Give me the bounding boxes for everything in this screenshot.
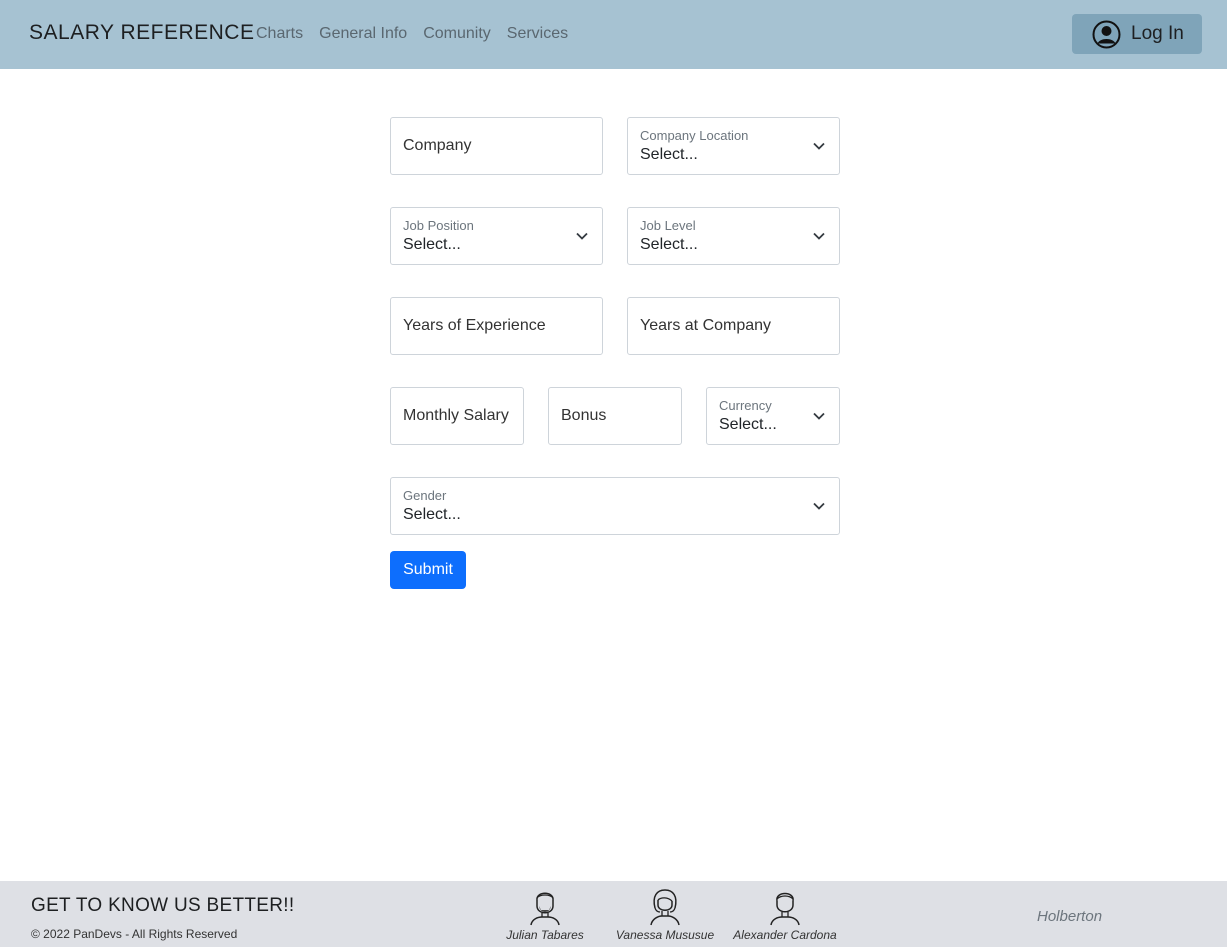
- dev-julian[interactable]: Julian Tabares: [490, 886, 600, 942]
- bearded-man-avatar-icon: [530, 892, 560, 926]
- chevron-down-icon: [813, 232, 825, 240]
- bonus-input[interactable]: Bonus: [548, 387, 682, 445]
- footer: GET TO KNOW US BETTER!! © 2022 PanDevs -…: [0, 881, 1227, 947]
- chevron-down-icon: [813, 502, 825, 510]
- job-position-select[interactable]: Job Position Select...: [390, 207, 603, 265]
- job-level-value: Select...: [640, 236, 698, 253]
- brand-title[interactable]: SALARY REFERENCE: [29, 21, 254, 45]
- user-circle-icon: [1092, 20, 1121, 48]
- job-level-label: Job Level: [640, 218, 696, 233]
- login-label: Log In: [1131, 23, 1184, 44]
- chevron-down-icon: [813, 142, 825, 150]
- nav-link-comunity[interactable]: Comunity: [423, 25, 491, 43]
- company-placeholder: Company: [403, 137, 472, 154]
- company-input[interactable]: Company: [390, 117, 603, 175]
- bonus-placeholder: Bonus: [561, 407, 607, 424]
- monthly-salary-input[interactable]: Monthly Salary: [390, 387, 524, 445]
- job-position-label: Job Position: [403, 218, 474, 233]
- currency-value: Select...: [719, 416, 777, 433]
- chevron-down-icon: [576, 232, 588, 240]
- job-level-select[interactable]: Job Level Select...: [627, 207, 840, 265]
- submit-button[interactable]: Submit: [390, 551, 466, 589]
- monthly-salary-placeholder: Monthly Salary: [403, 407, 509, 424]
- nav-links: Charts General Info Comunity Services: [256, 25, 568, 43]
- company-location-value: Select...: [640, 146, 698, 163]
- nav-link-general-info[interactable]: General Info: [319, 25, 407, 43]
- login-button[interactable]: Log In: [1072, 14, 1202, 54]
- holberton-label[interactable]: Holberton: [1037, 908, 1102, 925]
- gender-select[interactable]: Gender Select...: [390, 477, 840, 535]
- footer-title: GET TO KNOW US BETTER!!: [31, 895, 295, 916]
- years-company-input[interactable]: Years at Company: [627, 297, 840, 355]
- dev-alexander[interactable]: Alexander Cardona: [730, 886, 840, 942]
- nav-link-charts[interactable]: Charts: [256, 25, 303, 43]
- gender-label: Gender: [403, 488, 447, 503]
- dev-name: Vanessa Mususue: [615, 928, 715, 942]
- nav-link-services[interactable]: Services: [507, 25, 568, 43]
- years-company-placeholder: Years at Company: [640, 317, 772, 334]
- dev-vanessa[interactable]: Vanessa Mususue: [610, 886, 720, 942]
- footer-copyright: © 2022 PanDevs - All Rights Reserved: [31, 927, 238, 941]
- job-position-value: Select...: [403, 236, 461, 253]
- currency-label: Currency: [719, 398, 772, 413]
- dev-name: Alexander Cardona: [733, 928, 837, 942]
- company-location-select[interactable]: Company Location Select...: [627, 117, 840, 175]
- navbar: SALARY REFERENCE Charts General Info Com…: [0, 0, 1227, 69]
- woman-avatar-icon: [650, 889, 680, 926]
- company-location-label: Company Location: [640, 128, 749, 143]
- years-experience-input[interactable]: Years of Experience: [390, 297, 603, 355]
- dev-name: Julian Tabares: [506, 928, 584, 942]
- gender-value: Select...: [403, 506, 461, 523]
- years-experience-placeholder: Years of Experience: [403, 317, 546, 334]
- currency-select[interactable]: Currency Select...: [706, 387, 840, 445]
- chevron-down-icon: [813, 412, 825, 420]
- man-avatar-icon: [770, 892, 800, 926]
